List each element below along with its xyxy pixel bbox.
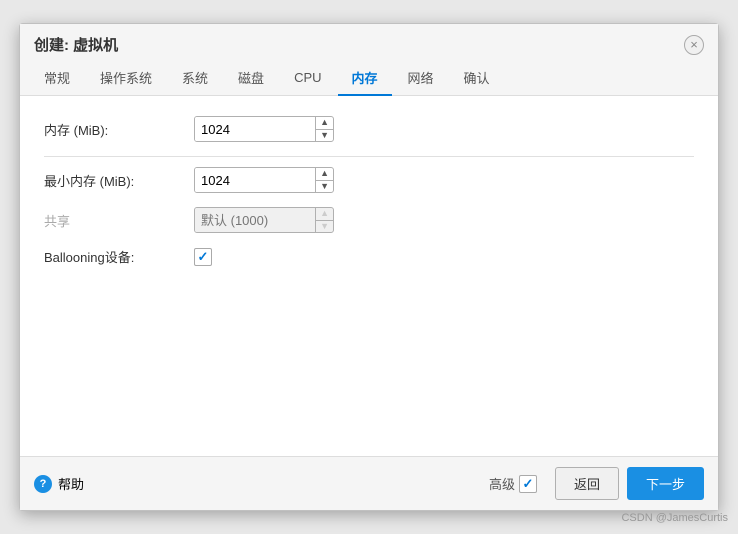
ballooning-label: Ballooning设备:	[44, 247, 194, 266]
tab-system[interactable]: 系统	[168, 61, 222, 96]
advanced-area: 高级	[489, 474, 537, 493]
memory-spinbox[interactable]: ▲ ▼	[194, 116, 334, 142]
shared-row: 共享 ▲ ▼	[44, 207, 694, 233]
back-button[interactable]: 返回	[555, 467, 619, 500]
shared-spinbox: ▲ ▼	[194, 207, 334, 233]
tab-os[interactable]: 操作系统	[86, 61, 166, 96]
close-icon: ×	[690, 38, 698, 51]
memory-row: 内存 (MiB): ▲ ▼	[44, 116, 694, 142]
min-memory-input[interactable]	[195, 168, 315, 192]
memory-label: 内存 (MiB):	[44, 120, 194, 139]
help-label: 帮助	[58, 474, 84, 493]
memory-spin-up[interactable]: ▲	[316, 117, 333, 130]
next-button[interactable]: 下一步	[627, 467, 704, 500]
tab-network[interactable]: 网络	[394, 61, 448, 96]
footer: ? 帮助 高级 返回 下一步	[20, 456, 718, 510]
memory-spin-down[interactable]: ▼	[316, 130, 333, 142]
min-memory-spinbox[interactable]: ▲ ▼	[194, 167, 334, 193]
watermark: CSDN @JamesCurtis	[621, 512, 728, 524]
create-vm-dialog: 创建: 虚拟机 × 常规 操作系统 系统 磁盘 CPU 内存 网络 确认 内存 …	[19, 23, 719, 511]
tab-cpu[interactable]: CPU	[280, 63, 335, 94]
divider	[44, 156, 694, 157]
advanced-checkbox[interactable]	[519, 475, 537, 493]
footer-left: ? 帮助	[34, 474, 84, 493]
title-bar: 创建: 虚拟机 ×	[20, 24, 718, 61]
memory-input[interactable]	[195, 117, 315, 141]
ballooning-row: Ballooning设备:	[44, 247, 694, 266]
footer-right: 高级 返回 下一步	[489, 467, 704, 500]
min-memory-spin-down[interactable]: ▼	[316, 181, 333, 193]
memory-spin-buttons: ▲ ▼	[315, 117, 333, 141]
min-memory-spin-up[interactable]: ▲	[316, 168, 333, 181]
shared-input	[195, 208, 315, 232]
min-memory-label: 最小内存 (MiB):	[44, 171, 194, 190]
shared-label: 共享	[44, 211, 194, 230]
ballooning-checkbox[interactable]	[194, 248, 212, 266]
shared-spin-up: ▲	[316, 208, 333, 221]
tab-disk[interactable]: 磁盘	[224, 61, 278, 96]
tab-general[interactable]: 常规	[30, 61, 84, 96]
help-icon[interactable]: ?	[34, 475, 52, 493]
form-content: 内存 (MiB): ▲ ▼ 最小内存 (MiB): ▲ ▼	[20, 96, 718, 456]
shared-spin-down: ▼	[316, 221, 333, 233]
min-memory-spin-buttons: ▲ ▼	[315, 168, 333, 192]
tab-bar: 常规 操作系统 系统 磁盘 CPU 内存 网络 确认	[20, 61, 718, 96]
shared-spin-buttons: ▲ ▼	[315, 208, 333, 232]
tab-memory[interactable]: 内存	[338, 61, 392, 96]
min-memory-row: 最小内存 (MiB): ▲ ▼	[44, 167, 694, 193]
close-button[interactable]: ×	[684, 35, 704, 55]
dialog-title: 创建: 虚拟机	[34, 34, 118, 55]
tab-confirm[interactable]: 确认	[450, 61, 504, 96]
ballooning-checkbox-area	[194, 248, 212, 266]
advanced-label: 高级	[489, 474, 515, 493]
